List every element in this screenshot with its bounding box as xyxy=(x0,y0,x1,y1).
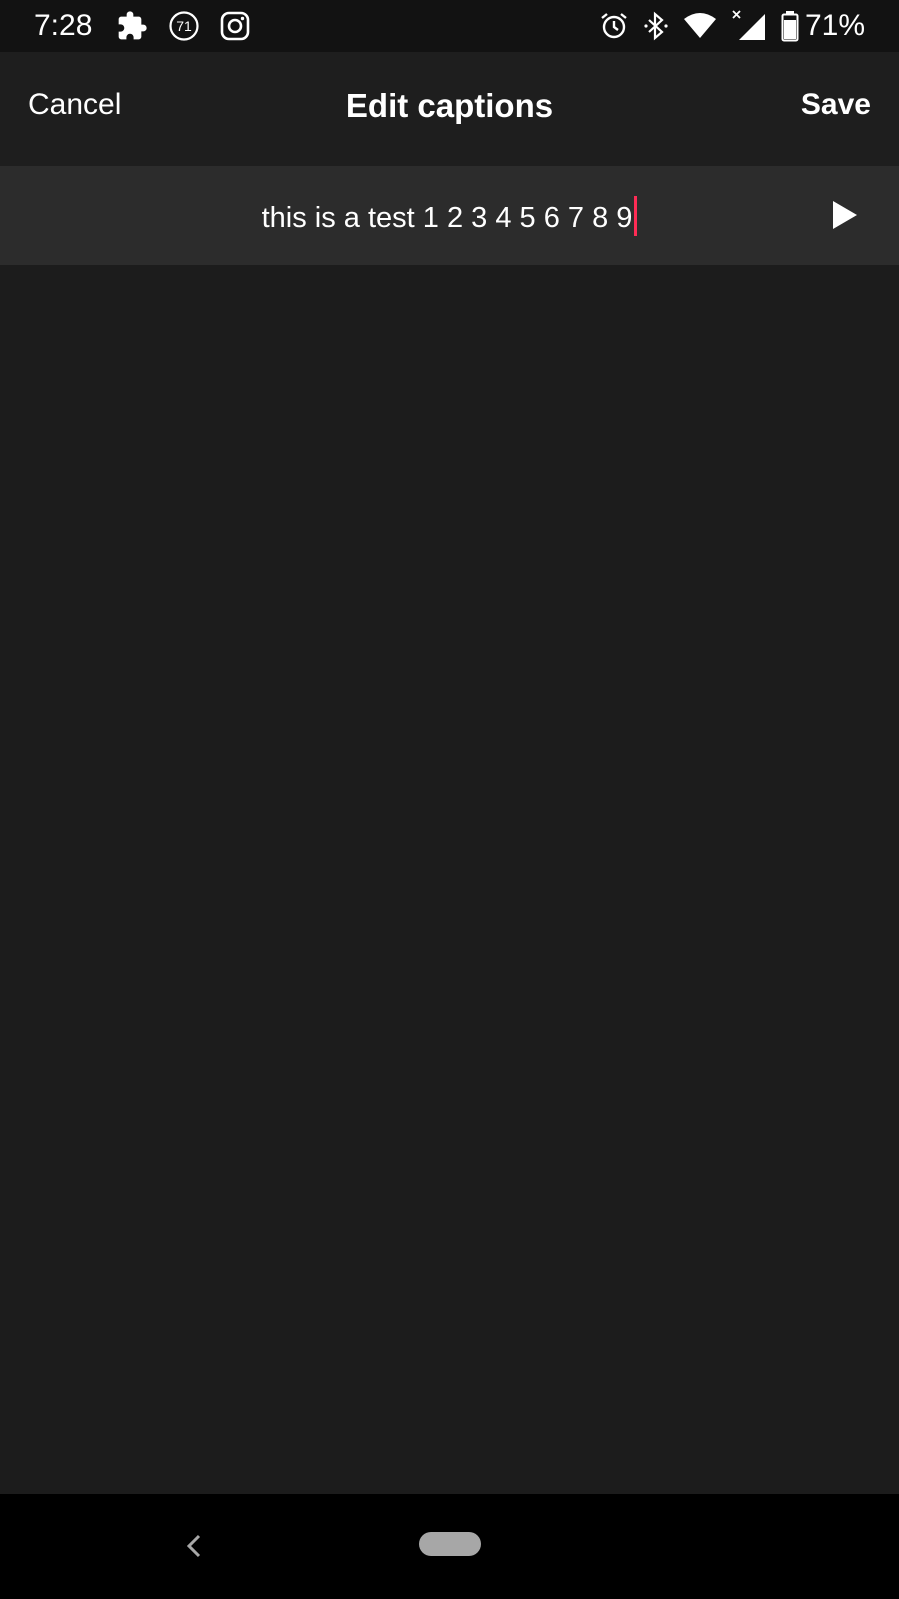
page-title: Edit captions xyxy=(345,87,554,124)
system-nav-bar xyxy=(0,1494,899,1599)
puzzle-icon xyxy=(116,10,148,42)
instagram-icon xyxy=(220,11,250,41)
notification-count-text: 71 xyxy=(177,18,193,34)
content-area xyxy=(0,265,899,1494)
text-cursor xyxy=(634,196,638,236)
save-button[interactable]: Save xyxy=(801,88,871,122)
notification-count-icon: 71 xyxy=(168,10,200,42)
back-icon xyxy=(186,1534,201,1558)
status-left: 7:28 71 xyxy=(34,9,270,43)
status-time: 7:28 xyxy=(34,9,93,42)
back-button[interactable] xyxy=(180,1526,206,1566)
status-right: 71% xyxy=(585,9,865,43)
caption-text: this is a test 1 2 3 4 5 6 7 8 9 xyxy=(261,202,633,234)
status-bar: 7:28 71 71% xyxy=(0,0,899,52)
header: Cancel Edit captions Save xyxy=(0,52,899,166)
alarm-icon xyxy=(599,11,629,41)
wifi-icon xyxy=(683,12,717,40)
battery-percent: 71% xyxy=(804,9,865,42)
play-icon xyxy=(833,201,857,229)
caption-row: this is a test 1 2 3 4 5 6 7 8 9 xyxy=(0,166,899,265)
play-button[interactable] xyxy=(831,200,859,230)
home-pill-icon[interactable] xyxy=(419,1532,481,1556)
bluetooth-icon xyxy=(643,11,669,41)
edit-captions-screen: 7:28 71 71% Cancel Edit captions Save th… xyxy=(0,0,899,1599)
battery-icon xyxy=(781,10,799,42)
signal-icon xyxy=(731,10,767,42)
caption-input[interactable]: this is a test 1 2 3 4 5 6 7 8 9 xyxy=(0,196,899,236)
